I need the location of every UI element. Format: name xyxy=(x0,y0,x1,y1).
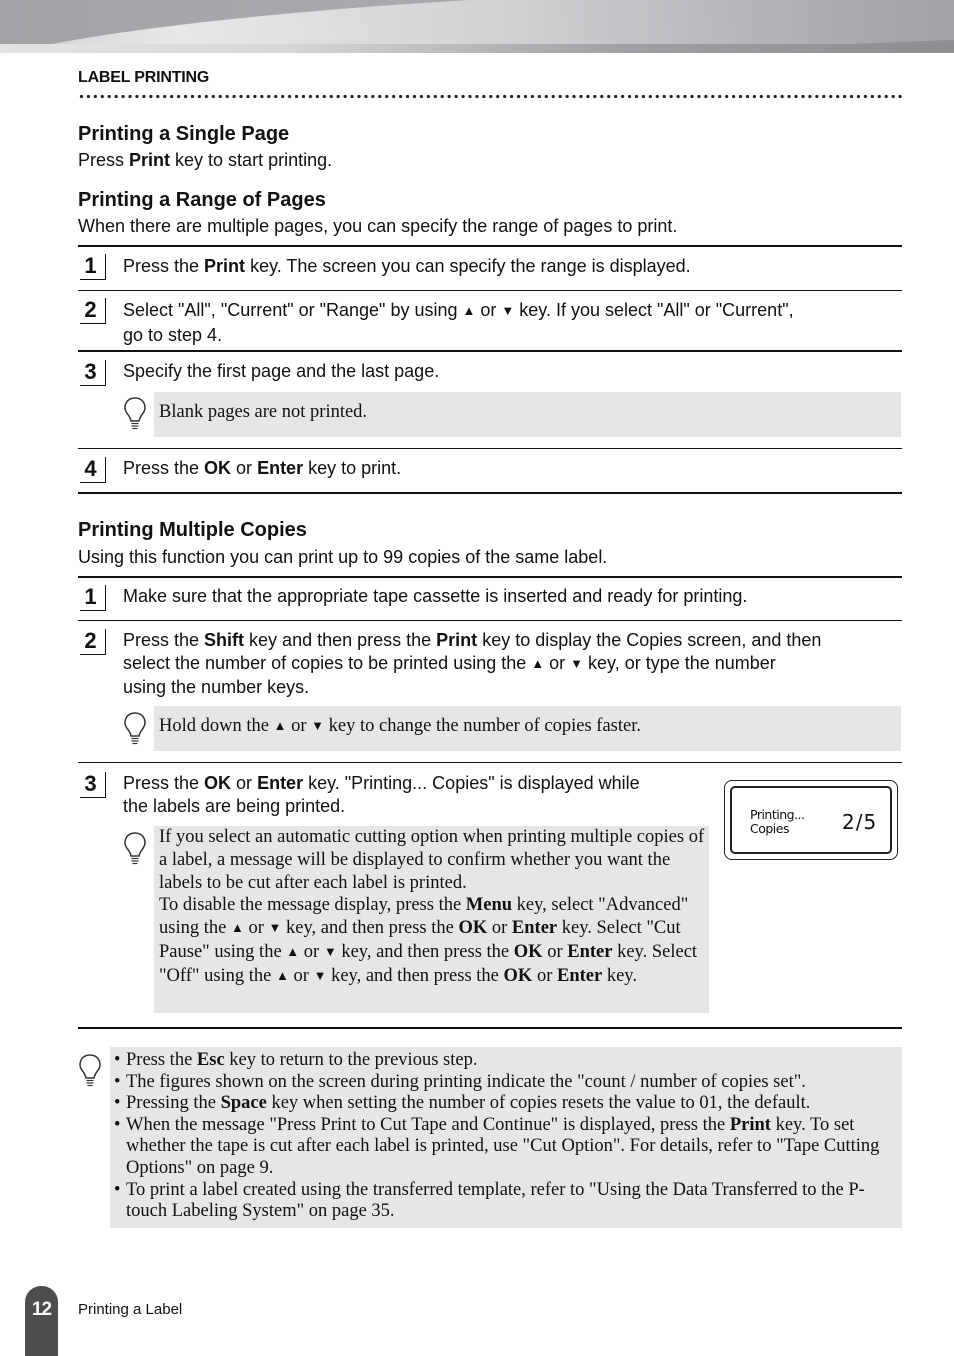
up-arrow-icon: ▲ xyxy=(531,655,545,671)
copies-step-1: Make sure that the appropriate tape cass… xyxy=(123,586,748,606)
range-step-2: Select "All", "Current" or "Range" by us… xyxy=(123,300,794,345)
divider xyxy=(78,492,902,494)
section-header: LABEL PRINTING xyxy=(78,69,210,86)
step-number: 2 xyxy=(80,298,106,324)
divider xyxy=(78,576,902,578)
step-number: 2 xyxy=(80,629,106,655)
note-paragraph: To disable the message display, press th… xyxy=(159,895,698,986)
down-arrow-icon: ▼ xyxy=(268,920,282,936)
divider xyxy=(78,762,902,763)
lcd-display: Printing... Copies 2/5 xyxy=(730,786,892,854)
single-page-text: Press Print key to start printing. xyxy=(78,150,333,170)
down-arrow-icon: ▼ xyxy=(570,655,584,671)
page-number-tab: 12 xyxy=(25,1286,58,1356)
down-arrow-icon: ▼ xyxy=(313,967,327,983)
lightbulb-icon xyxy=(124,397,146,430)
range-step-1: Press the Print key. The screen you can … xyxy=(123,256,691,276)
lightbulb-icon xyxy=(124,712,146,745)
tips-list: Press the Esc key to return to the previ… xyxy=(110,1047,902,1223)
lightbulb-icon xyxy=(124,832,146,865)
down-arrow-icon: ▼ xyxy=(501,303,515,318)
tip-item: Press the Esc key to return to the previ… xyxy=(114,1050,898,1072)
step-number: 1 xyxy=(80,254,106,280)
banner-band xyxy=(0,44,954,53)
up-arrow-icon: ▲ xyxy=(273,718,287,733)
step-number: 1 xyxy=(80,585,106,611)
header-banner xyxy=(0,0,954,53)
up-arrow-icon: ▲ xyxy=(276,967,289,983)
heading-single-page: Printing a Single Page xyxy=(78,123,290,145)
divider xyxy=(78,245,902,247)
copies-intro: Using this function you can print up to … xyxy=(78,547,608,567)
step-number: 3 xyxy=(80,360,106,386)
heading-copies: Printing Multiple Copies xyxy=(78,519,307,541)
lightbulb-icon xyxy=(79,1054,101,1087)
lcd-screen-illustration: Printing... Copies 2/5 xyxy=(724,780,898,860)
note-blank-pages: Blank pages are not printed. xyxy=(154,392,901,437)
lcd-copy-count: 2/5 xyxy=(842,810,878,834)
note-paragraph: If you select an automatic cutting optio… xyxy=(159,827,705,893)
up-arrow-icon: ▲ xyxy=(286,943,300,959)
divider xyxy=(78,1027,902,1029)
step-number: 4 xyxy=(80,457,106,483)
lcd-line-1: Printing... xyxy=(750,807,805,822)
copies-step-2: Press the Shift key and then press the P… xyxy=(123,630,822,697)
range-step-3: Specify the first page and the last page… xyxy=(123,361,440,381)
heading-range: Printing a Range of Pages xyxy=(78,189,326,211)
up-arrow-icon: ▲ xyxy=(462,303,476,318)
tip-item: When the message "Press Print to Cut Tap… xyxy=(114,1115,898,1180)
step-number: 3 xyxy=(80,772,106,798)
down-arrow-icon: ▼ xyxy=(323,943,337,959)
divider xyxy=(78,350,902,352)
lcd-status: Printing... Copies xyxy=(750,808,805,836)
range-intro: When there are multiple pages, you can s… xyxy=(78,216,678,236)
footer-chapter: Printing a Label xyxy=(78,1301,183,1318)
tip-item: To print a label created using the trans… xyxy=(114,1180,898,1223)
divider xyxy=(78,448,902,449)
note-hold-down: Hold down the ▲ or ▼ key to change the n… xyxy=(154,706,901,751)
lcd-line-2: Copies xyxy=(750,821,789,836)
dotted-divider xyxy=(78,94,902,99)
down-arrow-icon: ▼ xyxy=(311,718,325,733)
tip-item: The figures shown on the screen during p… xyxy=(114,1072,898,1094)
up-arrow-icon: ▲ xyxy=(230,920,244,936)
copies-step-3: Press the OK or Enter key. "Printing... … xyxy=(123,773,640,816)
tip-item: Pressing the Space key when setting the … xyxy=(114,1093,898,1115)
tips-box: Press the Esc key to return to the previ… xyxy=(110,1047,902,1228)
divider xyxy=(78,290,902,291)
divider xyxy=(78,620,902,621)
note-auto-cut: If you select an automatic cutting optio… xyxy=(154,826,709,1013)
range-step-4: Press the OK or Enter key to print. xyxy=(123,458,402,478)
